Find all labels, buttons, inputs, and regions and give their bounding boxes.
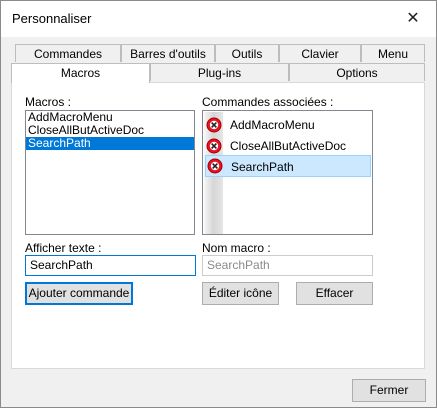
commands-label: Commandes associées : — [202, 95, 334, 109]
macro-name-label: Nom macro : — [202, 241, 271, 255]
title-bar: Personnaliser ✕ — [1, 1, 436, 37]
add-command-button[interactable]: Ajouter commande — [25, 282, 133, 305]
error-circle-icon — [207, 158, 223, 174]
macros-panel: Macros : AddMacroMenu CloseAllButActiveD… — [11, 82, 425, 369]
clear-button[interactable]: Effacer — [296, 282, 373, 305]
macros-list[interactable]: AddMacroMenu CloseAllButActiveDoc Search… — [25, 110, 195, 235]
macro-name-input: SearchPath — [202, 255, 373, 276]
tab-barres-outils[interactable]: Barres d'outils — [121, 44, 215, 62]
commands-list[interactable]: AddMacroMenu CloseAllButActiveDoc Search… — [202, 110, 373, 235]
tab-commandes[interactable]: Commandes — [15, 44, 121, 62]
display-text-input[interactable]: SearchPath — [25, 255, 196, 276]
command-item[interactable]: CloseAllButActiveDoc — [206, 135, 368, 157]
dialog-title: Personnaliser — [12, 11, 92, 26]
tab-menu[interactable]: Menu — [361, 44, 425, 62]
tab-plug-ins[interactable]: Plug-ins — [150, 63, 289, 81]
tab-outils[interactable]: Outils — [215, 44, 279, 62]
command-item[interactable]: AddMacroMenu — [206, 114, 368, 136]
close-icon[interactable]: ✕ — [390, 1, 436, 37]
macros-label: Macros : — [25, 95, 72, 109]
command-item-selected[interactable]: SearchPath — [205, 155, 371, 177]
close-button[interactable]: Fermer — [352, 379, 426, 402]
tab-clavier[interactable]: Clavier — [279, 44, 361, 62]
display-text-label: Afficher texte : — [25, 241, 102, 255]
error-circle-icon — [206, 138, 222, 154]
macro-item-selected[interactable]: SearchPath — [26, 137, 194, 150]
command-item-label: AddMacroMenu — [230, 118, 315, 132]
command-item-label: SearchPath — [231, 160, 294, 174]
tab-row-front: Macros Plug-ins Options — [11, 63, 425, 83]
tab-macros[interactable]: Macros — [11, 63, 150, 83]
command-item-label: CloseAllButActiveDoc — [230, 139, 347, 153]
tab-row-back: Commandes Barres d'outils Outils Clavier… — [15, 44, 425, 63]
edit-icon-button[interactable]: Éditer icône — [202, 282, 279, 305]
customize-dialog: Personnaliser ✕ Commandes Barres d'outil… — [0, 0, 437, 408]
error-circle-icon — [206, 117, 222, 133]
tab-options[interactable]: Options — [289, 63, 425, 81]
